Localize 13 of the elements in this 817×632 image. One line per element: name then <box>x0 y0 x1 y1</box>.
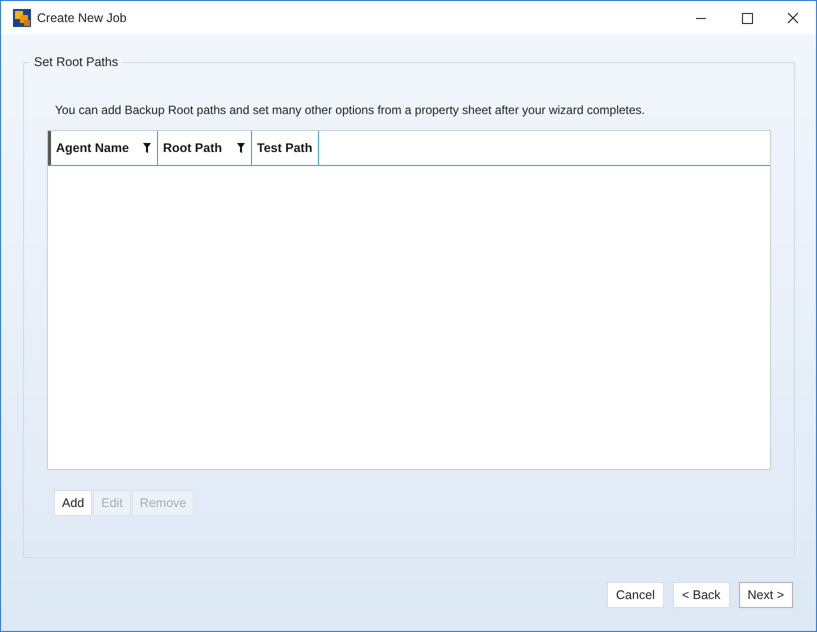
dialog-button[interactable]: Next > <box>738 582 793 608</box>
filter-icon[interactable] <box>143 143 151 153</box>
group-title: Set Root Paths <box>29 55 124 69</box>
app-logo-icon <box>13 8 31 26</box>
dialog-button[interactable]: Cancel <box>607 582 664 608</box>
column-header[interactable]: Root Path <box>158 131 252 165</box>
row-action-button[interactable]: Add <box>54 490 92 516</box>
column-header[interactable]: Agent Name <box>48 131 158 165</box>
column-header[interactable]: Test Path <box>252 131 320 165</box>
description-text: You can add Backup Root paths and set many other options from a property sheet after your wizard completes. <box>55 103 646 117</box>
window-title: Create New Job <box>37 10 127 24</box>
dialog-button[interactable]: < Back <box>672 582 730 608</box>
filter-icon[interactable] <box>237 143 245 153</box>
